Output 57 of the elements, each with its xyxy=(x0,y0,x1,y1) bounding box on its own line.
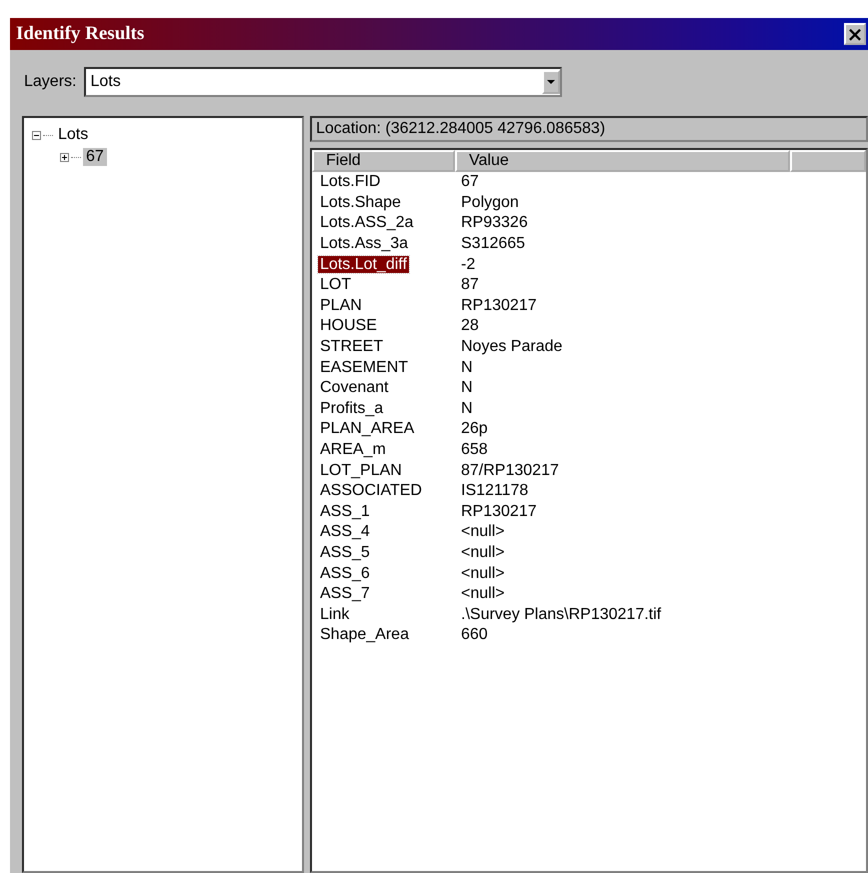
field-value: <null> xyxy=(460,544,505,562)
field-name[interactable]: PLAN_AREA xyxy=(318,420,416,438)
field-name[interactable]: ASS_7 xyxy=(318,585,372,602)
tree-item[interactable]: 67 xyxy=(83,148,107,166)
field-name[interactable]: Lots.FID xyxy=(318,173,382,190)
field-value: <null> xyxy=(460,585,505,604)
field-value: 87 xyxy=(460,276,479,294)
window-title: Identify Results xyxy=(16,23,144,45)
field-value: 87/RP130217 xyxy=(460,462,559,480)
field-value: 67 xyxy=(460,173,479,192)
field-name[interactable]: LOT_PLAN xyxy=(318,462,404,479)
field-name[interactable]: STREET xyxy=(318,338,386,356)
field-name[interactable]: Link xyxy=(318,606,352,623)
layers-label: Layers: xyxy=(24,73,76,91)
field-value: N xyxy=(460,358,473,377)
field-name[interactable]: Profits_a xyxy=(318,400,386,417)
field-name[interactable]: Covenant xyxy=(318,379,390,396)
field-name[interactable]: Shape_Area xyxy=(318,626,411,644)
location-bar: Location: (36212.284005 42796.086583) xyxy=(310,116,868,142)
field-name[interactable]: ASS_5 xyxy=(318,544,372,561)
close-button[interactable]: × xyxy=(844,23,866,45)
field-name[interactable]: LOT xyxy=(318,276,354,294)
field-name[interactable]: ASS_1 xyxy=(318,502,372,520)
field-name[interactable]: HOUSE xyxy=(318,317,379,334)
field-value: Noyes Parade xyxy=(460,338,562,356)
field-value: RP130217 xyxy=(460,296,537,315)
column-header[interactable]: Value xyxy=(455,150,790,172)
field-value: IS121178 xyxy=(460,482,528,500)
field-name[interactable]: PLAN xyxy=(318,296,364,314)
expand-icon[interactable] xyxy=(60,152,69,162)
field-name[interactable]: ASS_6 xyxy=(318,564,372,582)
field-name[interactable]: AREA_m xyxy=(318,441,388,458)
collapse-icon[interactable] xyxy=(32,130,41,140)
field-value: -2 xyxy=(460,256,476,274)
field-name[interactable]: Lots.ASS_2a xyxy=(318,214,416,232)
field-value: 658 xyxy=(460,441,488,460)
column-header[interactable]: Field xyxy=(312,150,455,172)
field-name[interactable]: ASSOCIATED xyxy=(318,482,424,500)
field-value: N xyxy=(460,400,473,418)
field-value: N xyxy=(460,379,473,398)
field-value: RP93326 xyxy=(460,214,528,232)
field-value: S312665 xyxy=(460,235,526,254)
field-value: 26p xyxy=(460,420,488,438)
field-value: Polygon xyxy=(460,194,519,212)
field-value: .\Survey Plans\RP130217.tif xyxy=(460,606,662,624)
field-value: 660 xyxy=(460,626,488,644)
field-name[interactable]: Lots.Ass_3a xyxy=(318,235,410,252)
field-value: RP130217 xyxy=(460,502,537,521)
field-name[interactable]: ASS_4 xyxy=(318,523,372,540)
field-value: 28 xyxy=(460,317,479,336)
field-value: <null> xyxy=(460,523,505,542)
layers-dropdown[interactable]: Lots xyxy=(84,67,562,97)
field-name[interactable]: Lots.Lot_diff xyxy=(318,256,409,273)
field-name[interactable]: Lots.Shape xyxy=(318,194,403,211)
tree-item[interactable]: Lots xyxy=(55,126,92,144)
field-name[interactable]: EASEMENT xyxy=(318,358,410,376)
field-value: <null> xyxy=(460,564,505,583)
